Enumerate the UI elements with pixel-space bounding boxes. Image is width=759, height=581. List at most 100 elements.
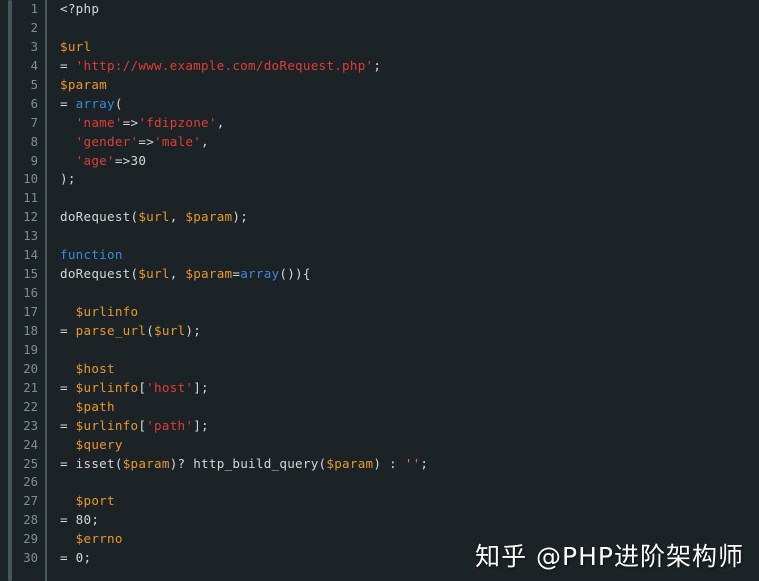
code-line-content[interactable]: $url <box>60 38 91 57</box>
code-token: = <box>60 512 76 528</box>
line-number: 13 <box>23 229 38 244</box>
code-token: => <box>122 114 139 130</box>
code-line-content[interactable]: $host <box>60 360 115 379</box>
code-line[interactable]: 25 = isset($param)? http_build_query($par… <box>0 455 759 474</box>
code-line[interactable]: 27 $port <box>0 492 759 511</box>
code-line[interactable]: 21 = $urlinfo['host']; <box>0 379 759 398</box>
code-line-content[interactable]: $query <box>60 436 123 455</box>
code-line-content[interactable]: = array( <box>60 95 123 114</box>
line-number: 24 <box>23 437 38 452</box>
code-token: $port <box>75 493 115 509</box>
code-token: = <box>60 379 76 395</box>
line-number: 22 <box>23 399 38 414</box>
code-line-content[interactable]: = 80; <box>60 511 99 530</box>
code-line[interactable]: 22 $path <box>0 398 759 417</box>
code-line-content[interactable]: function <box>60 246 123 265</box>
code-line[interactable]: 1 <?php <box>0 0 759 19</box>
code-line-content[interactable]: $param <box>60 76 107 95</box>
line-number: 30 <box>23 551 38 566</box>
code-token: = <box>60 550 76 566</box>
code-line[interactable]: 3 $url <box>0 38 759 57</box>
line-number: 28 <box>23 513 38 528</box>
code-line-content[interactable]: doRequest($url, $param); <box>60 208 248 227</box>
code-line-content[interactable]: = $urlinfo['path']; <box>60 417 209 436</box>
code-line[interactable]: 15 doRequest($url, $param=array()){ <box>0 265 759 284</box>
code-line-content[interactable]: $urlinfo <box>60 303 138 322</box>
code-line[interactable]: 11 <box>0 189 759 208</box>
line-number: 15 <box>23 267 38 282</box>
code-lines-container[interactable]: 1 <?php 2 3 $url 4 = 'http://www.example.com/d… <box>0 0 759 581</box>
code-line[interactable]: 7 'name'=>'fdipzone', <box>0 114 759 133</box>
code-line[interactable]: 10); <box>0 170 759 189</box>
line-number: 7 <box>30 115 38 130</box>
code-token: $url <box>138 209 170 225</box>
code-line[interactable]: 9 'age'=>30 <box>0 152 759 171</box>
code-token: parse_url <box>75 322 147 338</box>
code-token: ) : <box>373 455 405 471</box>
code-line[interactable]: 19 <box>0 341 759 360</box>
code-token: = <box>60 417 76 433</box>
code-token: ); <box>185 322 202 338</box>
code-line-content[interactable]: doRequest($url, $param=array()){ <box>60 265 311 284</box>
code-line[interactable]: 16 <box>0 284 759 303</box>
code-token: $path <box>75 398 115 414</box>
line-number: 20 <box>23 361 38 376</box>
code-token: $url <box>154 322 186 338</box>
code-line[interactable]: 2 <box>0 19 759 38</box>
code-line[interactable]: 5 $param <box>0 76 759 95</box>
code-line[interactable]: 26 <box>0 473 759 492</box>
code-line-content[interactable]: = isset($param)? http_build_query($param… <box>60 455 428 474</box>
line-number: 21 <box>23 380 38 395</box>
code-line-content[interactable]: = parse_url($url); <box>60 322 201 341</box>
code-line-content[interactable]: $errno <box>60 530 123 549</box>
code-line-content[interactable]: ); <box>60 170 76 189</box>
code-line-content[interactable]: = 'http://www.example.com/doRequest.php'… <box>60 57 381 76</box>
code-line[interactable]: 4 = 'http://www.example.com/doRequest.php… <box>0 57 759 76</box>
code-token: => <box>114 152 131 168</box>
code-line[interactable]: 28 = 80; <box>0 511 759 530</box>
code-token: )? http_build_query( <box>169 455 327 471</box>
code-line[interactable]: 8 'gender'=>'male', <box>0 133 759 152</box>
code-line-content[interactable]: = $urlinfo['host']; <box>60 379 209 398</box>
line-number: 12 <box>23 210 38 225</box>
code-token: ; <box>420 455 429 471</box>
code-line[interactable]: 6 = array( <box>0 95 759 114</box>
line-number: 2 <box>30 20 38 35</box>
code-line[interactable]: 17 $urlinfo <box>0 303 759 322</box>
code-token: ()){ <box>279 266 311 282</box>
code-token: <?php <box>60 1 100 16</box>
code-token: ]; <box>193 379 209 395</box>
code-line-content[interactable]: $port <box>60 492 115 511</box>
line-number: 19 <box>23 342 38 357</box>
code-line[interactable]: 14 function <box>0 246 759 265</box>
code-line[interactable]: 20 $host <box>0 360 759 379</box>
code-token: 'gender' <box>75 133 139 149</box>
code-token: $param <box>185 266 233 282</box>
code-token: $param <box>326 455 374 471</box>
code-line[interactable]: 12 doRequest($url, $param); <box>0 208 759 227</box>
code-token: $urlinfo <box>75 304 139 319</box>
code-token: 30 <box>130 152 147 168</box>
code-line-content[interactable]: $path <box>60 398 115 417</box>
code-line-content[interactable]: 'age'=>30 <box>60 152 146 171</box>
code-token: 'path' <box>146 417 194 433</box>
code-token: 80 <box>75 512 92 528</box>
code-token: , <box>169 266 186 282</box>
code-line[interactable]: 24 $query <box>0 436 759 455</box>
code-line[interactable]: 13 <box>0 227 759 246</box>
code-token: = isset( <box>60 455 123 471</box>
code-token: doRequest( <box>60 266 139 282</box>
code-line-content[interactable]: 'name'=>'fdipzone', <box>60 114 225 133</box>
code-token: ; <box>91 512 100 528</box>
line-number: 29 <box>23 532 38 547</box>
code-line[interactable]: 18 = parse_url($url); <box>0 322 759 341</box>
code-line-content[interactable]: <?php <box>60 0 99 19</box>
code-token: $urlinfo <box>75 379 139 395</box>
code-line[interactable]: 23 = $urlinfo['path']; <box>0 417 759 436</box>
line-number: 8 <box>30 134 38 149</box>
code-line-content[interactable]: = 0; <box>60 549 91 568</box>
code-line-content[interactable]: 'gender'=>'male', <box>60 133 209 152</box>
